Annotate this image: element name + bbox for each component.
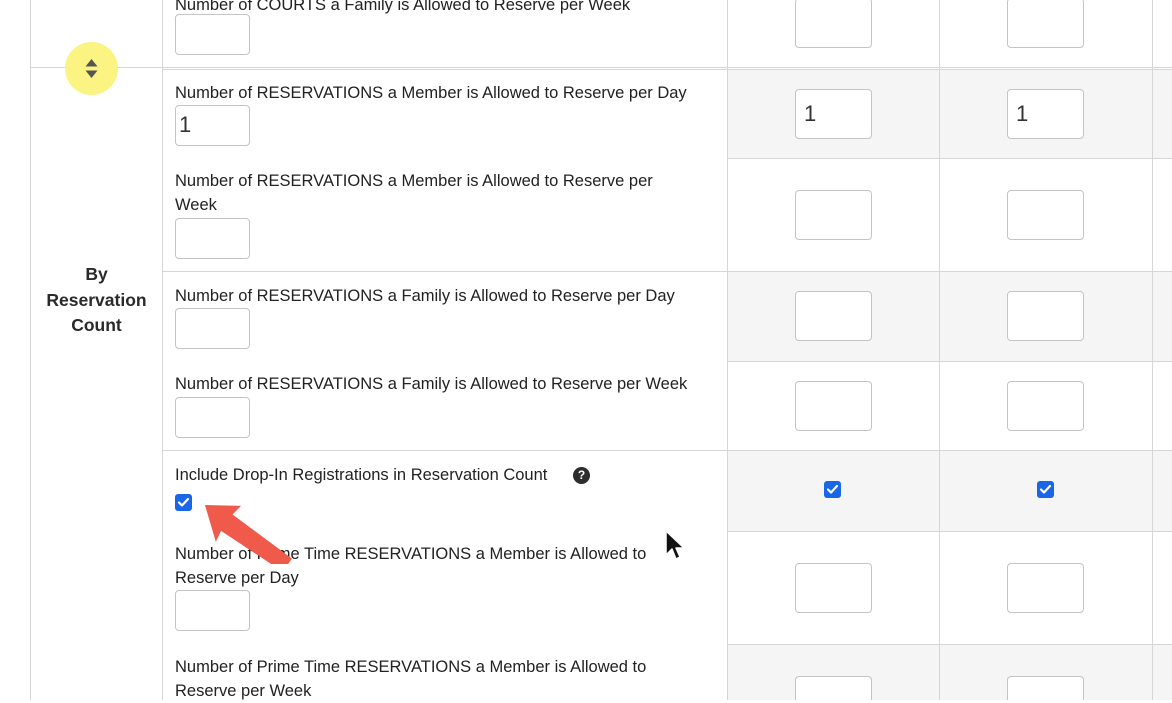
input-res-member-week-col2[interactable] <box>1007 190 1084 240</box>
input-res-member-day-col2[interactable]: 1 <box>1007 89 1084 139</box>
input-res-family-week[interactable] <box>175 397 250 438</box>
row-divider <box>162 450 1172 451</box>
input-prime-member-day-col1[interactable] <box>795 563 872 613</box>
sort-up-down-icon <box>85 59 98 78</box>
label-include-dropin: Include Drop-In Registrations in Reserva… <box>175 463 715 487</box>
checkmark-icon <box>177 497 190 507</box>
input-courts-family-week-col1[interactable] <box>795 0 872 48</box>
section-title: By Reservation Count <box>31 262 162 339</box>
table-border-left <box>30 0 31 700</box>
table-border-col1 <box>939 0 940 700</box>
input-prime-member-week-col2[interactable] <box>1007 676 1084 700</box>
checkbox-include-dropin-col2[interactable] <box>1037 481 1054 498</box>
table-border-section <box>162 0 163 700</box>
input-prime-member-day[interactable] <box>175 590 250 631</box>
input-res-family-week-col2[interactable] <box>1007 381 1084 431</box>
mouse-cursor-icon <box>665 530 685 560</box>
checkbox-include-dropin[interactable] <box>175 494 192 511</box>
input-res-family-day[interactable] <box>175 308 250 349</box>
label-res-family-day: Number of RESERVATIONS a Family is Allow… <box>175 287 675 305</box>
checkmark-icon <box>1039 484 1052 494</box>
input-prime-member-day-col2[interactable] <box>1007 563 1084 613</box>
input-prime-member-week-col1[interactable] <box>795 676 872 700</box>
label-res-family-week: Number of RESERVATIONS a Family is Allow… <box>175 375 688 393</box>
section-title-line: By <box>85 264 108 284</box>
row-divider <box>30 67 1172 68</box>
row-divider <box>162 69 1172 70</box>
input-res-family-week-col1[interactable] <box>795 381 872 431</box>
label-res-member-week: Number of RESERVATIONS a Member is Allow… <box>175 172 653 214</box>
row-divider <box>728 361 1172 362</box>
table-border-col2 <box>1152 0 1153 700</box>
checkbox-include-dropin-col1[interactable] <box>824 481 841 498</box>
label-res-member-day: Number of RESERVATIONS a Member is Allow… <box>175 84 687 102</box>
table-border-label <box>727 0 728 700</box>
input-res-member-week[interactable] <box>175 218 250 259</box>
input-res-member-day-col1[interactable]: 1 <box>795 89 872 139</box>
cell-bg-dropin <box>728 451 1172 531</box>
row-divider <box>728 531 1172 532</box>
section-title-line: Count <box>71 315 122 335</box>
include-dropin-text: Include Drop-In Registrations in Reserva… <box>175 466 548 484</box>
question-circle-icon[interactable]: ? <box>573 467 590 484</box>
red-arrow-annotation <box>205 505 292 564</box>
input-courts-family-week-col2[interactable] <box>1007 0 1084 48</box>
label-courts-family-week: Number of COURTS a Family is Allowed to … <box>175 0 631 14</box>
checkmark-icon <box>826 484 839 494</box>
label-prime-member-week: Number of Prime Time RESERVATIONS a Memb… <box>175 658 647 700</box>
sort-button[interactable] <box>65 42 118 95</box>
input-res-member-week-col1[interactable] <box>795 190 872 240</box>
input-res-family-day-col2[interactable] <box>1007 291 1084 341</box>
row-divider <box>728 644 1172 645</box>
section-title-line: Reservation <box>46 289 147 310</box>
input-res-member-day[interactable]: 1 <box>175 105 250 146</box>
row-divider <box>728 158 1172 159</box>
input-courts-family-week[interactable] <box>175 14 250 55</box>
row-divider <box>162 271 1172 272</box>
input-res-family-day-col1[interactable] <box>795 291 872 341</box>
